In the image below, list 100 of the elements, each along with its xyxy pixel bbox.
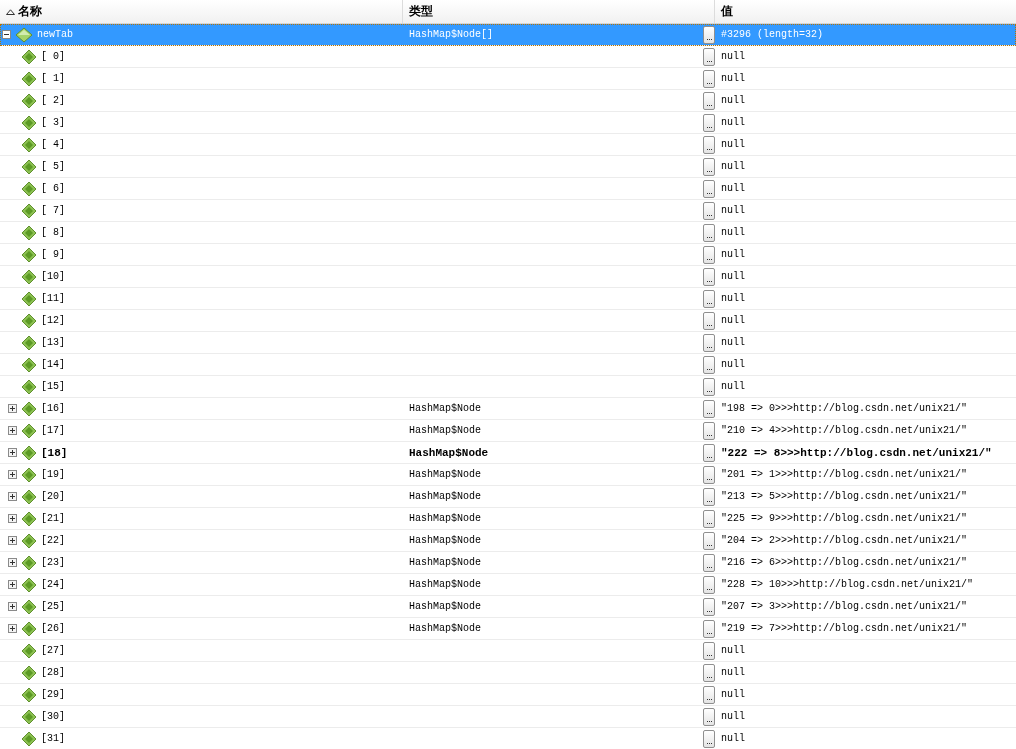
element-index: [21] bbox=[41, 513, 65, 524]
expand-toggle-icon[interactable] bbox=[8, 470, 17, 479]
diamond-icon bbox=[21, 334, 37, 351]
ellipsis-button[interactable] bbox=[703, 157, 715, 176]
expand-toggle-icon[interactable] bbox=[8, 580, 17, 589]
ellipsis-button[interactable] bbox=[703, 91, 715, 110]
variable-name: newTab bbox=[37, 29, 73, 40]
expand-toggle-icon[interactable] bbox=[8, 536, 17, 545]
ellipsis-button[interactable] bbox=[703, 663, 715, 682]
ellipsis-button[interactable] bbox=[703, 135, 715, 154]
element-index: [30] bbox=[41, 711, 65, 722]
type-text: HashMap$Node bbox=[409, 601, 481, 612]
expand-toggle-icon[interactable] bbox=[8, 492, 17, 501]
column-header[interactable]: 类型 bbox=[403, 0, 715, 23]
column-header[interactable]: 名称 bbox=[0, 0, 403, 23]
tree-row[interactable]: [14] null bbox=[0, 354, 1016, 376]
ellipsis-button[interactable] bbox=[703, 267, 715, 286]
ellipsis-button[interactable] bbox=[703, 465, 715, 484]
ellipsis-button[interactable] bbox=[703, 179, 715, 198]
ellipsis-button[interactable] bbox=[703, 685, 715, 704]
diamond-icon bbox=[21, 466, 37, 483]
value-text: null bbox=[721, 73, 745, 84]
expand-toggle-icon[interactable] bbox=[8, 448, 17, 457]
tree-row[interactable]: [23] HashMap$Node "216 => 6>>>http://blog.csdn.net/unix21/" bbox=[0, 552, 1016, 574]
ellipsis-button[interactable] bbox=[703, 619, 715, 638]
ellipsis-button[interactable] bbox=[703, 289, 715, 308]
ellipsis-button[interactable] bbox=[703, 531, 715, 550]
ellipsis-button[interactable] bbox=[703, 707, 715, 726]
ellipsis-button[interactable] bbox=[703, 641, 715, 660]
tree-row[interactable]: [12] null bbox=[0, 310, 1016, 332]
expand-toggle-icon[interactable] bbox=[8, 514, 17, 523]
tree-row[interactable]: [19] HashMap$Node "201 => 1>>>http://blog.csdn.net/unix21/" bbox=[0, 464, 1016, 486]
tree-row[interactable]: [ 3] null bbox=[0, 112, 1016, 134]
diamond-icon bbox=[21, 114, 37, 131]
ellipsis-button[interactable] bbox=[703, 25, 715, 44]
tree-row[interactable]: [31] null bbox=[0, 728, 1016, 749]
ellipsis-button[interactable] bbox=[703, 69, 715, 88]
ellipsis-button[interactable] bbox=[703, 487, 715, 506]
diamond-icon bbox=[21, 290, 37, 307]
tree-row[interactable]: [26] HashMap$Node "219 => 7>>>http://blog.csdn.net/unix21/" bbox=[0, 618, 1016, 640]
tree-row[interactable]: [ 2] null bbox=[0, 90, 1016, 112]
tree-row[interactable]: [15] null bbox=[0, 376, 1016, 398]
ellipsis-button[interactable] bbox=[703, 443, 715, 462]
tree-row[interactable]: [24] HashMap$Node "228 => 10>>>http://blog.csdn.net/unix21/" bbox=[0, 574, 1016, 596]
ellipsis-button[interactable] bbox=[703, 575, 715, 594]
tree-row[interactable]: [22] HashMap$Node "204 => 2>>>http://blog.csdn.net/unix21/" bbox=[0, 530, 1016, 552]
tree-row[interactable]: [13] null bbox=[0, 332, 1016, 354]
ellipsis-button[interactable] bbox=[703, 223, 715, 242]
diamond-icon bbox=[21, 642, 37, 659]
ellipsis-button[interactable] bbox=[703, 201, 715, 220]
ellipsis-button[interactable] bbox=[703, 509, 715, 528]
value-text: null bbox=[721, 117, 745, 128]
collapse-toggle-icon[interactable] bbox=[2, 30, 13, 39]
ellipsis-button[interactable] bbox=[703, 333, 715, 352]
tree-row[interactable]: [16] HashMap$Node "198 => 0>>>http://blog.csdn.net/unix21/" bbox=[0, 398, 1016, 420]
expand-toggle-icon[interactable] bbox=[8, 624, 17, 633]
tree-row[interactable]: [11] null bbox=[0, 288, 1016, 310]
tree-row[interactable]: [ 5] null bbox=[0, 156, 1016, 178]
ellipsis-button[interactable] bbox=[703, 355, 715, 374]
tree-row[interactable]: [28] null bbox=[0, 662, 1016, 684]
expand-toggle-icon[interactable] bbox=[8, 426, 17, 435]
tree-row[interactable]: [ 0] null bbox=[0, 46, 1016, 68]
ellipsis-button[interactable] bbox=[703, 245, 715, 264]
element-index: [ 0] bbox=[41, 51, 65, 62]
ellipsis-button[interactable] bbox=[703, 113, 715, 132]
ellipsis-button[interactable] bbox=[703, 311, 715, 330]
element-index: [ 4] bbox=[41, 139, 65, 150]
tree-row[interactable]: [ 8] null bbox=[0, 222, 1016, 244]
expand-toggle-icon[interactable] bbox=[8, 558, 17, 567]
expand-toggle-icon[interactable] bbox=[8, 602, 17, 611]
tree-row[interactable]: [27] null bbox=[0, 640, 1016, 662]
tree-row[interactable]: [20] HashMap$Node "213 => 5>>>http://blog.csdn.net/unix21/" bbox=[0, 486, 1016, 508]
type-text: HashMap$Node bbox=[409, 535, 481, 546]
value-text: null bbox=[721, 667, 745, 678]
ellipsis-button[interactable] bbox=[703, 421, 715, 440]
expand-toggle-icon[interactable] bbox=[8, 404, 17, 413]
tree-row[interactable]: [17] HashMap$Node "210 => 4>>>http://blog.csdn.net/unix21/" bbox=[0, 420, 1016, 442]
ellipsis-button[interactable] bbox=[703, 597, 715, 616]
ellipsis-button[interactable] bbox=[703, 399, 715, 418]
tree-row[interactable]: [ 9] null bbox=[0, 244, 1016, 266]
value-text: null bbox=[721, 95, 745, 106]
value-text: null bbox=[721, 315, 745, 326]
tree-row[interactable]: [21] HashMap$Node "225 => 9>>>http://blog.csdn.net/unix21/" bbox=[0, 508, 1016, 530]
tree-row[interactable]: [10] null bbox=[0, 266, 1016, 288]
tree-row[interactable]: [ 6] null bbox=[0, 178, 1016, 200]
element-index: [28] bbox=[41, 667, 65, 678]
column-header[interactable]: 值 bbox=[715, 0, 1016, 23]
tree-row[interactable]: [ 1] null bbox=[0, 68, 1016, 90]
tree-row[interactable]: [ 7] null bbox=[0, 200, 1016, 222]
ellipsis-button[interactable] bbox=[703, 47, 715, 66]
tree-row[interactable]: [29] null bbox=[0, 684, 1016, 706]
ellipsis-button[interactable] bbox=[703, 553, 715, 572]
tree-row[interactable]: [ 4] null bbox=[0, 134, 1016, 156]
ellipsis-button[interactable] bbox=[703, 729, 715, 748]
tree-row[interactable]: [18] HashMap$Node "222 => 8>>>http://blog.csdn.net/unix21/" bbox=[0, 442, 1016, 464]
ellipsis-button[interactable] bbox=[703, 377, 715, 396]
value-text: null bbox=[721, 711, 745, 722]
type-text: HashMap$Node bbox=[409, 557, 481, 568]
tree-row[interactable]: [30] null bbox=[0, 706, 1016, 728]
tree-row[interactable]: [25] HashMap$Node "207 => 3>>>http://blog.csdn.net/unix21/" bbox=[0, 596, 1016, 618]
